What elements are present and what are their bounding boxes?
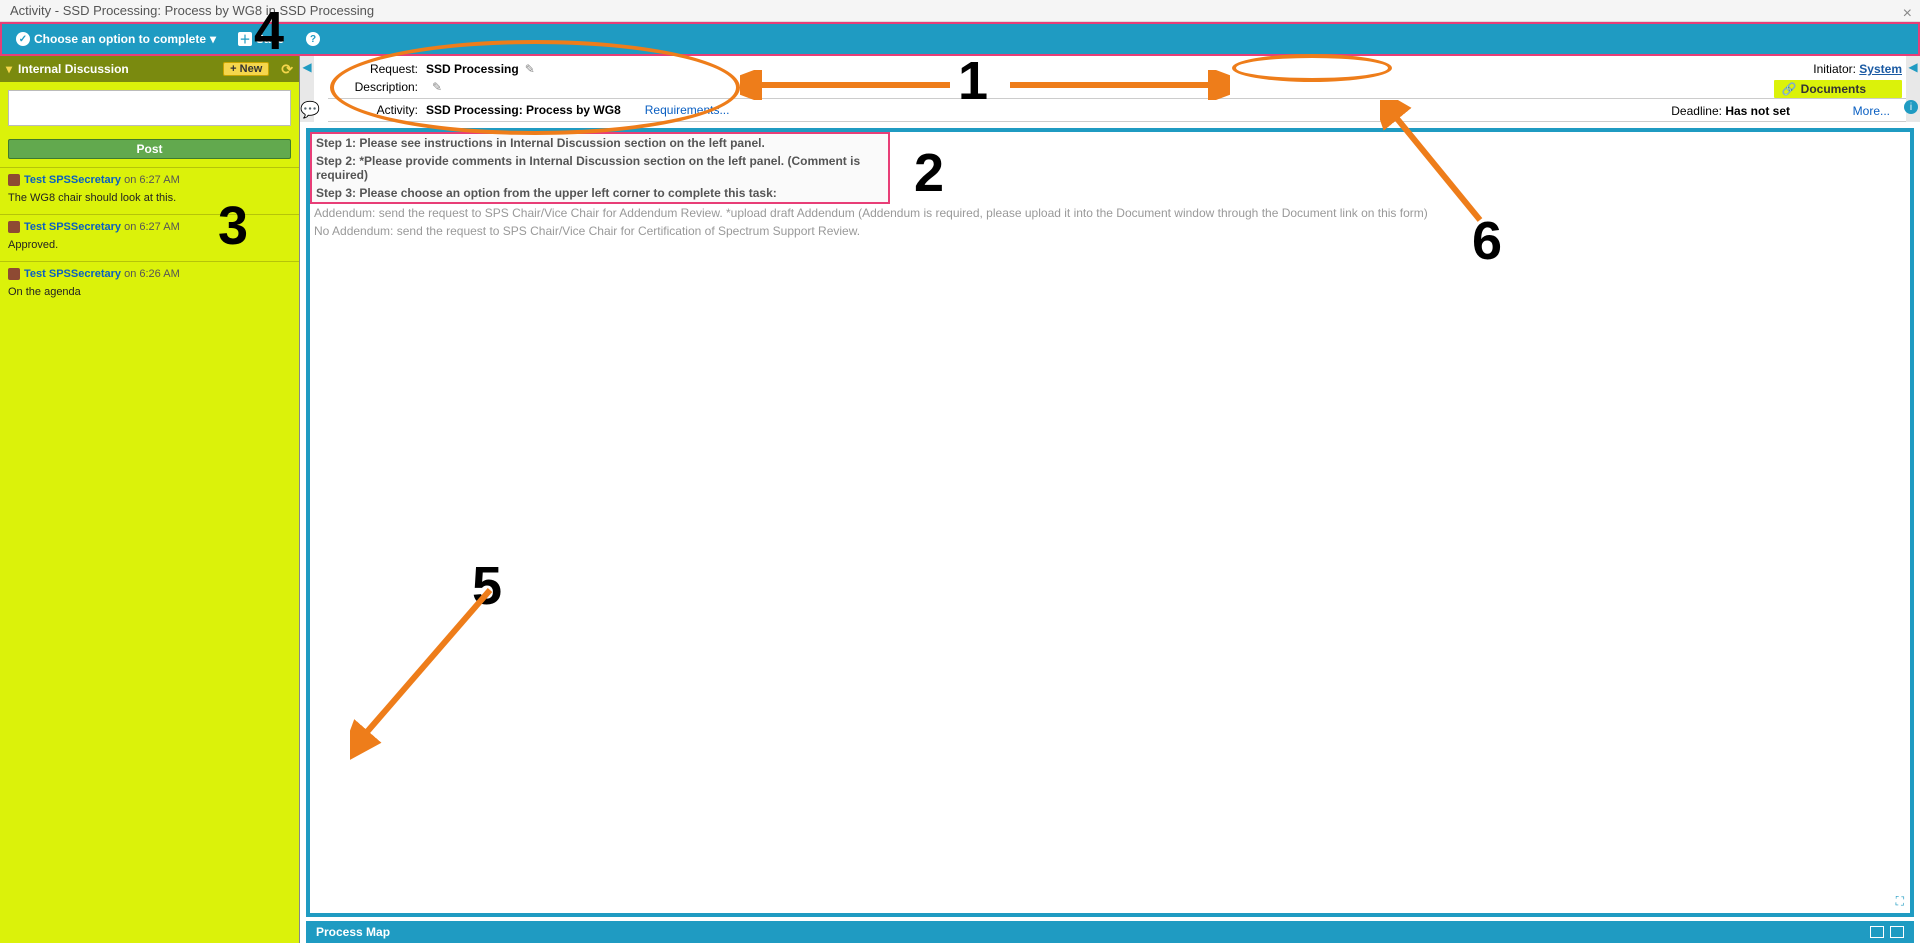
form-area: Request: SSD Processing ✎ Description: ✎… [300, 56, 1920, 122]
more-link[interactable]: More... [1853, 104, 1890, 118]
check-icon: ✓ [16, 32, 30, 46]
user-icon [8, 221, 20, 233]
new-comment-button[interactable]: + New [223, 62, 269, 76]
post-button[interactable]: Post [8, 139, 291, 159]
no-addendum-note: No Addendum: send the request to SPS Cha… [310, 222, 1910, 240]
comment-textarea[interactable] [8, 90, 291, 126]
documents-button[interactable]: 🔗 Documents [1774, 80, 1902, 98]
comment-item: Test SPSSecretary on 6:26 AM On the agend… [0, 261, 299, 308]
comment-time: on 6:27 AM [124, 174, 180, 186]
comment-item: Test SPSSecretary on 6:27 AM The WG8 chai… [0, 167, 299, 214]
comment-time: on 6:26 AM [124, 268, 180, 280]
window-icon[interactable] [1870, 926, 1884, 938]
user-icon [8, 174, 20, 186]
refresh-icon[interactable]: ⟳ [281, 61, 293, 78]
help-icon: ? [306, 32, 320, 46]
left-panel: ▾ Internal Discussion + New ⟳ Post Test … [0, 56, 300, 943]
activity-label: Activity: [328, 103, 418, 117]
request-label: Request: [328, 62, 418, 76]
comment-time: on 6:27 AM [124, 221, 180, 233]
pencil-icon[interactable]: ✎ [432, 80, 442, 94]
choose-option-label: Choose an option to complete [34, 32, 206, 46]
discussion-header: ▾ Internal Discussion + New ⟳ [0, 56, 299, 82]
user-icon [8, 268, 20, 280]
initiator-block: Initiator: System 🔗 Documents [1774, 62, 1902, 98]
step-1: Step 1: Please see instructions in Inter… [312, 134, 888, 152]
pencil-icon[interactable]: ✎ [525, 62, 535, 76]
steps-box: Step 1: Please see instructions in Inter… [310, 132, 890, 204]
request-value: SSD Processing [426, 62, 519, 76]
help-button[interactable]: ? [300, 28, 326, 50]
save-button[interactable]: ＋ Save [232, 28, 290, 50]
choose-option-button[interactable]: ✓ Choose an option to complete ▾ [10, 28, 222, 50]
discussion-title: Internal Discussion [18, 62, 129, 76]
comment-text: On the agenda [8, 286, 291, 298]
process-map-bar[interactable]: Process Map [306, 921, 1914, 943]
requirements-link[interactable]: Requirements... [645, 103, 730, 117]
toolbar: ✓ Choose an option to complete ▾ ＋ Save … [0, 22, 1920, 56]
right-panel: ◀ ◀ i Request: SSD Processing ✎ Descript… [300, 56, 1920, 943]
activity-value: SSD Processing: Process by WG8 [426, 103, 621, 117]
deadline-value: Has not set [1725, 104, 1790, 118]
close-icon[interactable]: × [1903, 3, 1912, 25]
step-3: Step 3: Please choose an option from the… [312, 184, 888, 202]
chevron-down-icon[interactable]: ▾ [6, 62, 12, 76]
content-box: Step 1: Please see instructions in Inter… [306, 128, 1914, 917]
compose-area [0, 82, 299, 139]
deadline-label: Deadline: [1671, 104, 1722, 118]
comment-author[interactable]: Test SPSSecretary [24, 268, 121, 280]
comment-author[interactable]: Test SPSSecretary [24, 221, 121, 233]
step-2: Step 2: *Please provide comments in Inte… [312, 152, 888, 184]
description-label: Description: [328, 80, 418, 94]
documents-label: Documents [1801, 82, 1866, 96]
comment-item: Test SPSSecretary on 6:27 AM Approved. [0, 214, 299, 261]
save-label: Save [256, 32, 284, 46]
paperclip-icon: 🔗 [1782, 82, 1797, 96]
maximize-icon[interactable] [1890, 926, 1904, 938]
comment-text: Approved. [8, 239, 291, 251]
initiator-label: Initiator: [1813, 62, 1856, 76]
comment-author[interactable]: Test SPSSecretary [24, 174, 121, 186]
chat-bubble-icon: 💬 [300, 100, 320, 120]
chevron-down-icon: ▾ [210, 32, 216, 46]
addendum-note: Addendum: send the request to SPS Chair/… [310, 204, 1910, 222]
comment-text: The WG8 chair should look at this. [8, 192, 291, 204]
save-icon: ＋ [238, 32, 252, 46]
process-map-title: Process Map [316, 925, 390, 939]
deadline-block: Deadline: Has not set [1671, 104, 1790, 118]
window-titlebar: Activity - SSD Processing: Process by WG… [0, 0, 1920, 22]
expand-icon[interactable]: ⛶ [1896, 894, 1904, 909]
window-title: Activity - SSD Processing: Process by WG… [10, 3, 374, 18]
initiator-link[interactable]: System [1859, 62, 1902, 76]
